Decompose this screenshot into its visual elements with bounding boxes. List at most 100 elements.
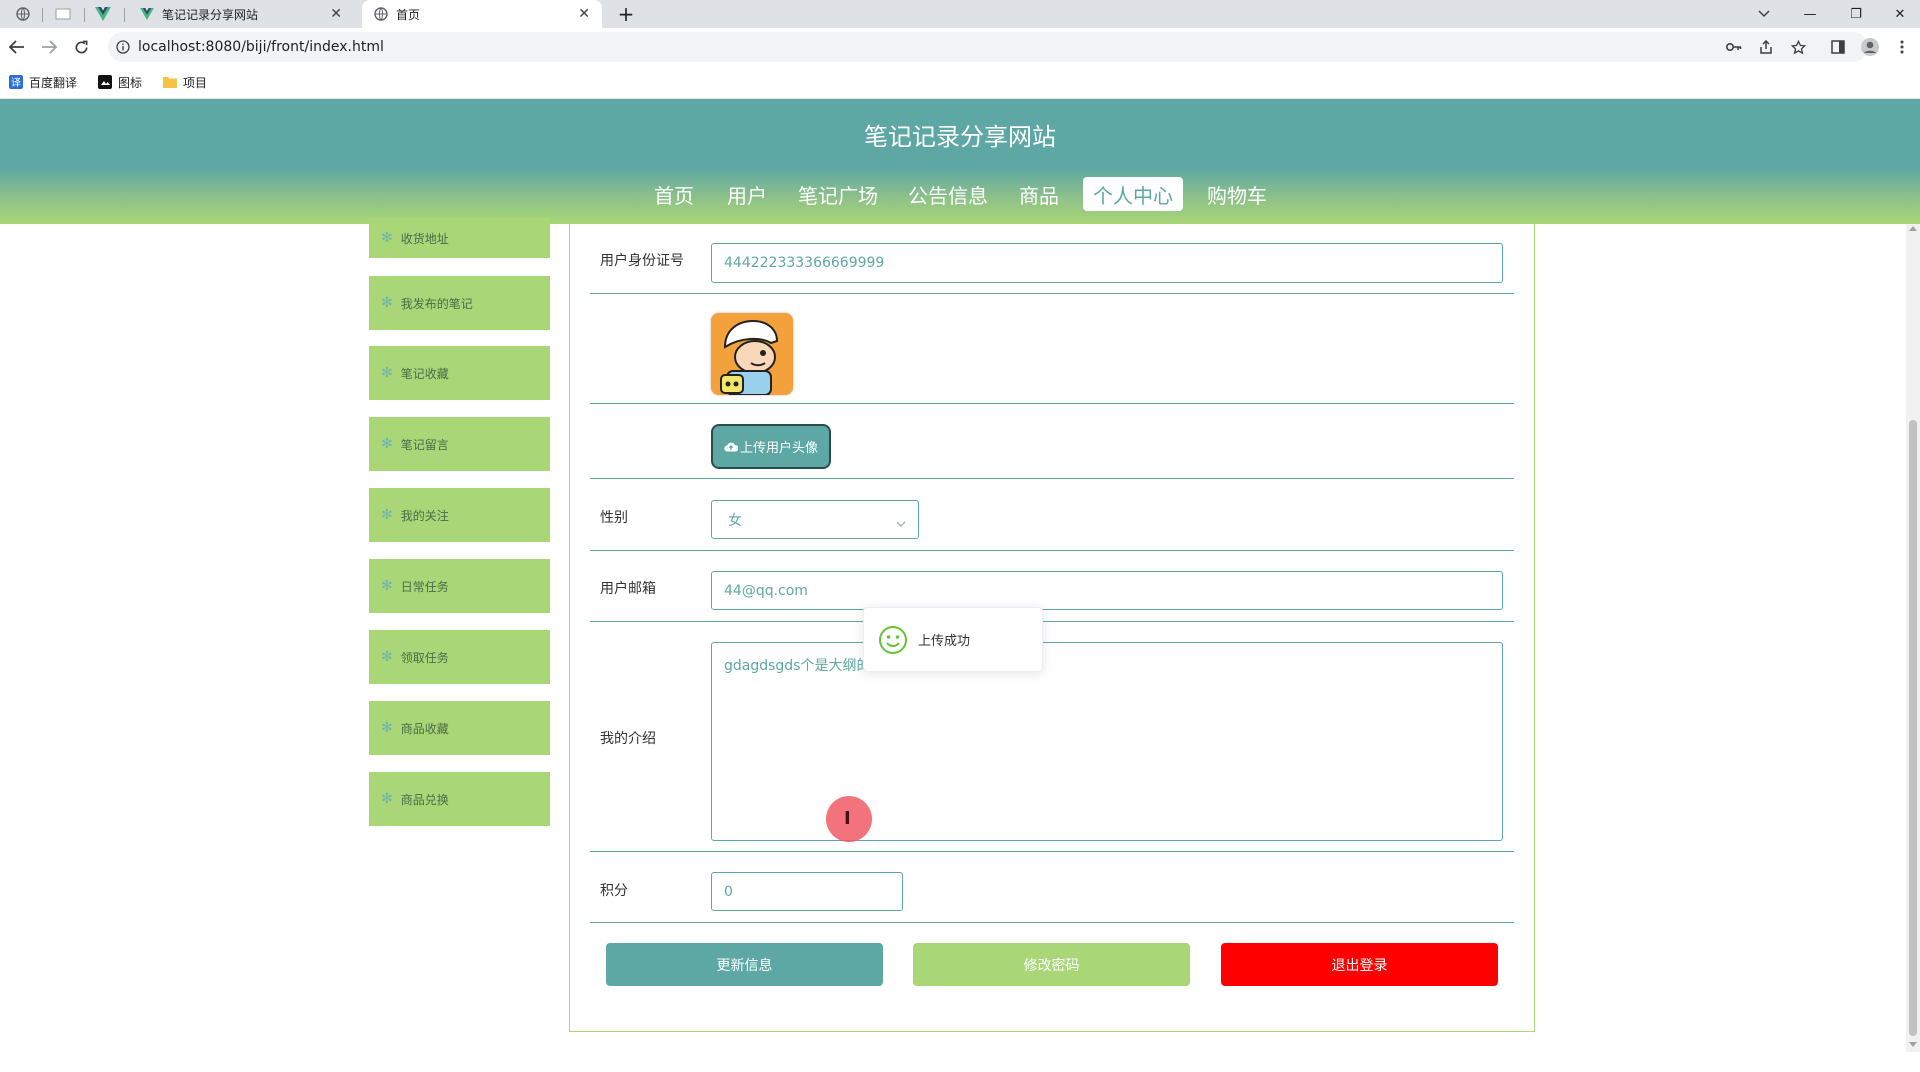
nav-users[interactable]: 用户 bbox=[721, 177, 773, 211]
tab-title: 首页 bbox=[396, 7, 421, 22]
pinned-tab-blank[interactable] bbox=[46, 0, 80, 28]
key-icon[interactable] bbox=[1720, 28, 1748, 66]
tab-search-chevron-icon[interactable] bbox=[1744, 0, 1784, 28]
row-divider bbox=[590, 403, 1514, 404]
email-input[interactable]: 44@qq.com bbox=[711, 571, 1503, 610]
sidebar-item-my-follows[interactable]: ✻ 我的关注 bbox=[369, 488, 550, 542]
sidebar-item-shipping-address[interactable]: ✻ 收货地址 bbox=[369, 218, 550, 258]
tab-home[interactable]: 首页 ✕ bbox=[362, 0, 602, 28]
upload-avatar-label: 上传用户头像 bbox=[739, 441, 818, 456]
sidebar-item-note-comments[interactable]: ✻ 笔记留言 bbox=[369, 417, 550, 471]
snowflake-icon: ✻ bbox=[381, 791, 393, 807]
site-header: 笔记记录分享网站 首页 用户 笔记广场 公告信息 商品 个人中心 购物车 bbox=[0, 99, 1920, 224]
tab-site[interactable]: 笔记记录分享网站 ✕ bbox=[128, 0, 354, 28]
logout-button[interactable]: 退出登录 bbox=[1221, 943, 1498, 986]
browser-tab-strip: 笔记记录分享网站 ✕ 首页 ✕ + — ❐ ✕ bbox=[0, 0, 1920, 28]
info-icon[interactable] bbox=[116, 40, 130, 54]
address-bar[interactable]: localhost:8080/biji/front/index.html bbox=[108, 32, 1868, 62]
snowflake-icon: ✻ bbox=[381, 720, 393, 736]
row-divider bbox=[590, 293, 1514, 294]
success-toast: 上传成功 bbox=[863, 607, 1043, 672]
share-icon[interactable] bbox=[1752, 28, 1780, 66]
profile-avatar-icon[interactable] bbox=[1856, 28, 1884, 66]
bookmark-label: 项目 bbox=[183, 75, 208, 90]
arrow-left-icon bbox=[9, 40, 24, 54]
smile-icon bbox=[878, 625, 908, 655]
sidebar-item-daily-tasks[interactable]: ✻ 日常任务 bbox=[369, 559, 550, 613]
tab-close-icon[interactable]: ✕ bbox=[330, 6, 342, 22]
id-number-label: 用户身份证号 bbox=[600, 253, 684, 269]
sidebar-item-label: 我发布的笔记 bbox=[400, 296, 473, 311]
tab-close-icon[interactable]: ✕ bbox=[578, 6, 590, 22]
upload-avatar-button[interactable]: 上传用户头像 bbox=[711, 424, 831, 469]
row-divider bbox=[590, 550, 1514, 551]
sidebar-item-product-favorites[interactable]: ✻ 商品收藏 bbox=[369, 701, 550, 755]
pinned-tab-vue[interactable] bbox=[86, 0, 120, 28]
nav-cart[interactable]: 购物车 bbox=[1201, 177, 1273, 211]
sidebar-item-label: 商品兑换 bbox=[400, 792, 449, 807]
id-number-input[interactable]: 444222333366669999 bbox=[711, 243, 1503, 283]
row-divider bbox=[590, 621, 1514, 622]
new-tab-button[interactable]: + bbox=[606, 0, 646, 28]
chevron-down-icon bbox=[896, 515, 906, 531]
sidebar-item-label: 商品收藏 bbox=[400, 721, 449, 736]
avatar bbox=[711, 313, 793, 395]
row-divider bbox=[590, 922, 1514, 923]
sidebar-item-claim-tasks[interactable]: ✻ 领取任务 bbox=[369, 630, 550, 684]
snowflake-icon: ✻ bbox=[381, 507, 393, 523]
sidebar-item-product-redeem[interactable]: ✻ 商品兑换 bbox=[369, 772, 550, 826]
gender-select[interactable]: 女 bbox=[711, 500, 919, 539]
page-scrollbar[interactable] bbox=[1906, 224, 1920, 1052]
nav-announcements[interactable]: 公告信息 bbox=[902, 177, 994, 211]
globe-icon bbox=[374, 7, 388, 21]
bookmark-baidu-translate[interactable]: 译 百度翻译 bbox=[9, 66, 77, 98]
star-icon[interactable] bbox=[1784, 28, 1812, 66]
image-icon bbox=[98, 75, 112, 89]
menu-dots-icon[interactable] bbox=[1888, 28, 1916, 66]
bookmark-label: 图标 bbox=[118, 75, 143, 90]
scrollbar-thumb[interactable] bbox=[1909, 420, 1917, 1036]
snowflake-icon: ✻ bbox=[381, 436, 393, 452]
side-panel-icon[interactable] bbox=[1824, 28, 1852, 66]
change-password-button[interactable]: 修改密码 bbox=[913, 943, 1190, 986]
nav-note-square[interactable]: 笔记广场 bbox=[792, 177, 884, 211]
gender-label: 性别 bbox=[600, 510, 628, 526]
bookmarks-bar: 译 百度翻译 图标 项目 bbox=[0, 66, 1920, 99]
vue-logo-icon bbox=[140, 8, 154, 20]
sidebar-item-label: 我的关注 bbox=[400, 508, 449, 523]
minimize-button[interactable]: — bbox=[1790, 0, 1830, 28]
scroll-up-arrow-icon[interactable] bbox=[1909, 226, 1917, 231]
nav-home[interactable]: 首页 bbox=[648, 177, 700, 211]
points-label: 积分 bbox=[600, 883, 628, 899]
snowflake-icon: ✻ bbox=[381, 578, 393, 594]
main-nav: 首页 用户 笔记广场 公告信息 商品 个人中心 购物车 bbox=[0, 177, 1920, 211]
vue-logo-icon bbox=[95, 7, 111, 21]
sidebar-item-label: 收货地址 bbox=[400, 231, 449, 246]
reload-button[interactable] bbox=[66, 28, 96, 66]
svg-text:译: 译 bbox=[11, 77, 21, 89]
points-input[interactable]: 0 bbox=[711, 872, 903, 911]
intro-label: 我的介绍 bbox=[600, 731, 656, 747]
close-window-button[interactable]: ✕ bbox=[1880, 0, 1920, 28]
sidebar-item-my-notes[interactable]: ✻ 我发布的笔记 bbox=[369, 276, 550, 330]
reload-icon bbox=[75, 40, 87, 53]
sidebar-item-label: 日常任务 bbox=[400, 579, 449, 594]
forward-button[interactable] bbox=[34, 28, 64, 66]
snowflake-icon: ✻ bbox=[381, 230, 393, 246]
bookmark-icons[interactable]: 图标 bbox=[98, 66, 142, 98]
sidebar-item-note-favorites[interactable]: ✻ 笔记收藏 bbox=[369, 346, 550, 400]
sidebar-item-label: 领取任务 bbox=[400, 650, 449, 665]
scroll-down-arrow-icon[interactable] bbox=[1909, 1042, 1917, 1047]
nav-personal-center[interactable]: 个人中心 bbox=[1083, 177, 1183, 211]
tab-title: 笔记记录分享网站 bbox=[162, 7, 259, 22]
nav-products[interactable]: 商品 bbox=[1013, 177, 1065, 211]
pinned-tab-globe[interactable] bbox=[6, 0, 40, 28]
gender-select-value: 女 bbox=[728, 512, 742, 529]
translate-icon: 译 bbox=[9, 75, 23, 89]
restore-button[interactable]: ❐ bbox=[1836, 0, 1876, 28]
text-cursor-icon: I bbox=[844, 808, 851, 829]
update-info-button[interactable]: 更新信息 bbox=[606, 943, 883, 986]
email-label: 用户邮箱 bbox=[600, 581, 656, 597]
bookmark-projects[interactable]: 项目 bbox=[163, 66, 207, 98]
back-button[interactable] bbox=[2, 28, 32, 66]
